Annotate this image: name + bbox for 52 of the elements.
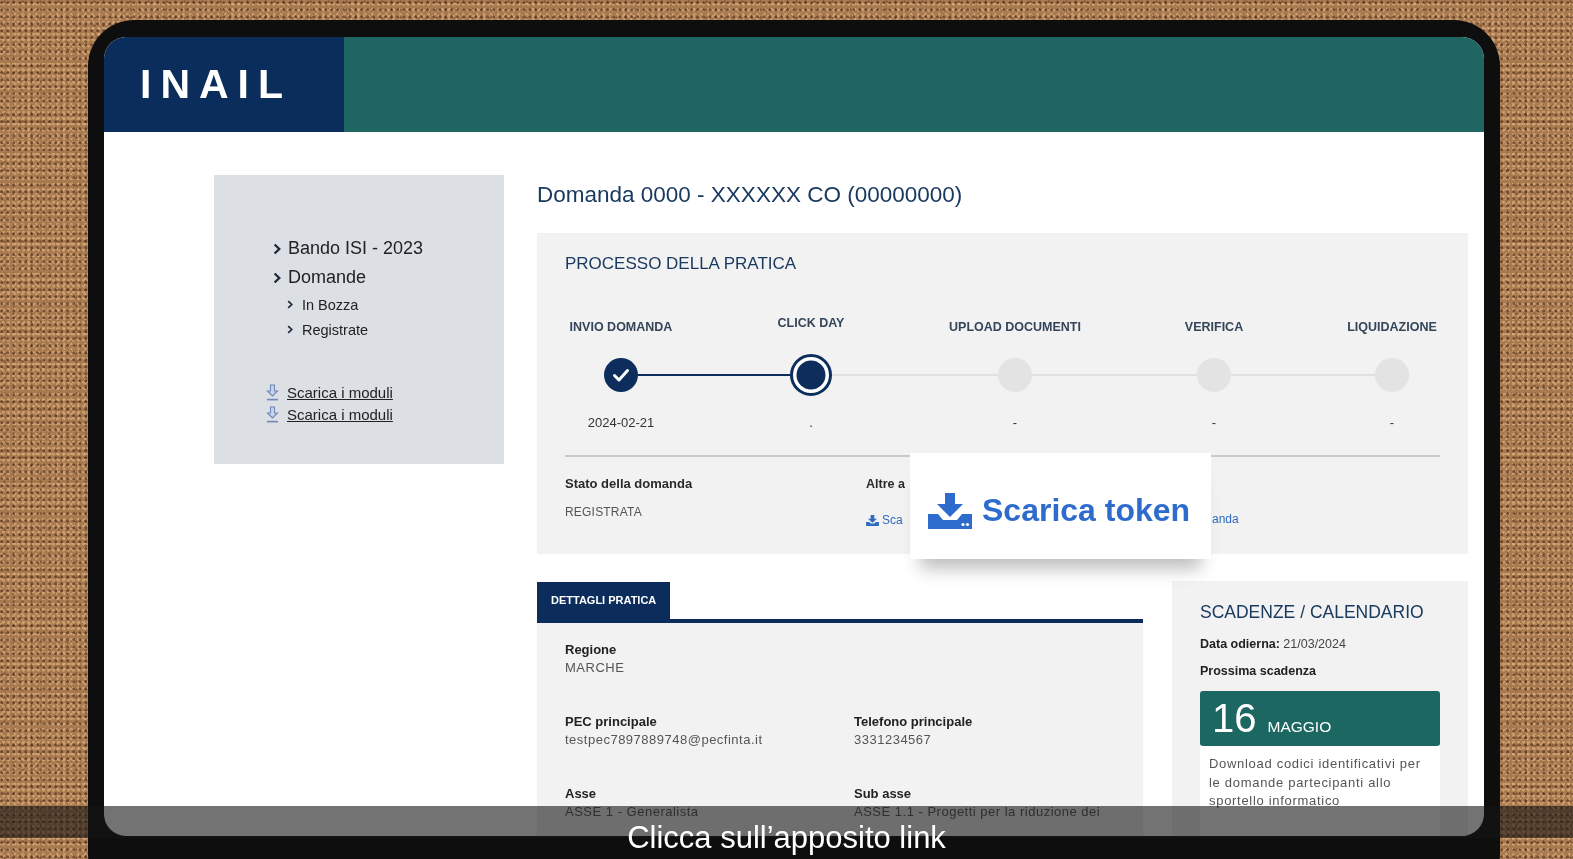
field-label: Stato della domanda (565, 476, 693, 492)
check-icon (613, 369, 629, 382)
field-value: ASSE 1.1 - Progetti per la riduzione dei (854, 804, 1101, 819)
download-icon (266, 383, 279, 401)
step-label: INVIO DOMANDA (569, 319, 673, 335)
today-date: Data odierna: 21/03/2024 (1200, 636, 1347, 652)
step-date: - (1211, 415, 1217, 431)
step-label: LIQUIDAZIONE (1347, 319, 1437, 335)
download-link[interactable]: Scarica token (982, 493, 1191, 529)
step-date: - (1389, 415, 1395, 431)
step-date: . (809, 415, 813, 431)
link[interactable]: anda (1212, 511, 1239, 527)
field-value: testpec7897889748@pecfinta.it (565, 732, 763, 747)
caption-text: Clicca sull’apposito link (627, 822, 946, 853)
field-label: Asse (565, 786, 597, 802)
section-title: SCADENZE / CALENDARIO (1200, 601, 1425, 623)
sidebar-link[interactable]: Registrate (302, 321, 369, 338)
sidebar-link[interactable]: In Bozza (302, 296, 359, 313)
step-date: - (1012, 415, 1018, 431)
sidebar-link[interactable]: Domande (288, 267, 367, 288)
download-icon (266, 405, 279, 423)
step-date: 2024-02-21 (587, 415, 655, 431)
field-label: Altre a (866, 476, 905, 492)
page-title: Domanda 0000 - XXXXXX CO (00000000) (537, 181, 964, 209)
deadline-month: MAGGIO (1267, 718, 1332, 736)
field-value: REGISTRATA (565, 504, 642, 520)
field-value: MARCHE (565, 660, 625, 675)
field-value: ASSE 1 - Generalista (565, 804, 699, 819)
deadline-day: 16 (1212, 691, 1257, 746)
field-label: Regione (565, 642, 617, 658)
next-deadline-label: Prossima scadenza (1200, 663, 1318, 679)
download-link[interactable]: Sca (882, 512, 903, 528)
site-logo[interactable]: INAIL (140, 64, 293, 105)
chevron-right-icon (273, 242, 281, 255)
deadline-description: Download codici identificativi per le domande partecipanti allo sportello informatico (1209, 755, 1422, 810)
sidebar-link[interactable]: Bando ISI - 2023 (288, 238, 424, 259)
download-link[interactable]: Scarica i moduli (287, 383, 393, 401)
download-icon (866, 514, 879, 526)
step-label: UPLOAD DOCUMENTI (949, 319, 1081, 335)
section-tab[interactable]: DETTAGLI PRATICA (537, 582, 671, 619)
field-value: 3331234567 (854, 732, 932, 747)
field-label: Sub asse (854, 786, 912, 802)
chevron-right-icon (287, 300, 293, 309)
step-label: VERIFICA (1184, 319, 1244, 335)
step-label: CLICK DAY (777, 315, 845, 331)
chevron-right-icon (287, 325, 293, 334)
field-label: PEC principale (565, 714, 657, 730)
download-icon (928, 493, 972, 529)
section-title: PROCESSO DELLA PRATICA (565, 253, 798, 275)
download-link[interactable]: Scarica i moduli (287, 405, 393, 423)
field-label: Telefono principale (854, 714, 973, 730)
chevron-right-icon (273, 271, 281, 284)
